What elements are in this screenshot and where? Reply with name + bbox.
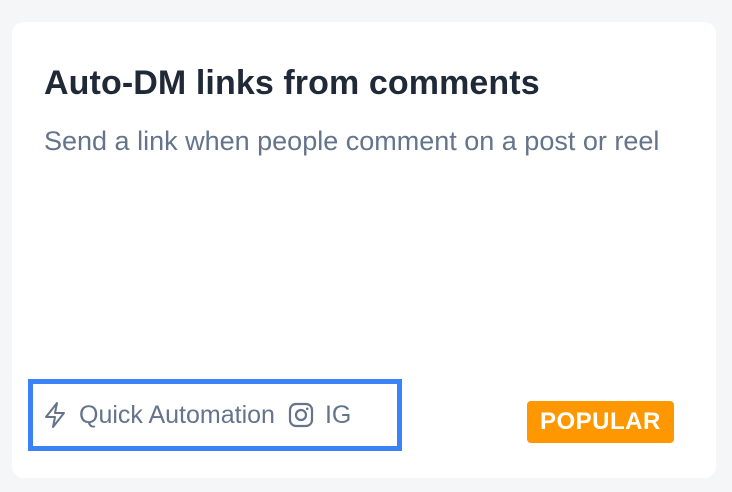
card-description: Send a link when people comment on a pos… bbox=[44, 126, 660, 156]
automation-type: Quick Automation bbox=[41, 400, 275, 430]
card-title: Auto-DM links from comments bbox=[44, 64, 540, 102]
card-meta-row: Quick Automation IG bbox=[28, 379, 402, 451]
automation-type-label: Quick Automation bbox=[79, 401, 275, 429]
platform: IG bbox=[287, 400, 351, 430]
popular-badge: POPULAR bbox=[527, 401, 674, 443]
template-card[interactable]: Auto-DM links from comments Send a link … bbox=[12, 22, 716, 478]
instagram-icon bbox=[287, 400, 315, 430]
lightning-bolt-icon bbox=[41, 400, 69, 430]
platform-label: IG bbox=[324, 401, 352, 429]
